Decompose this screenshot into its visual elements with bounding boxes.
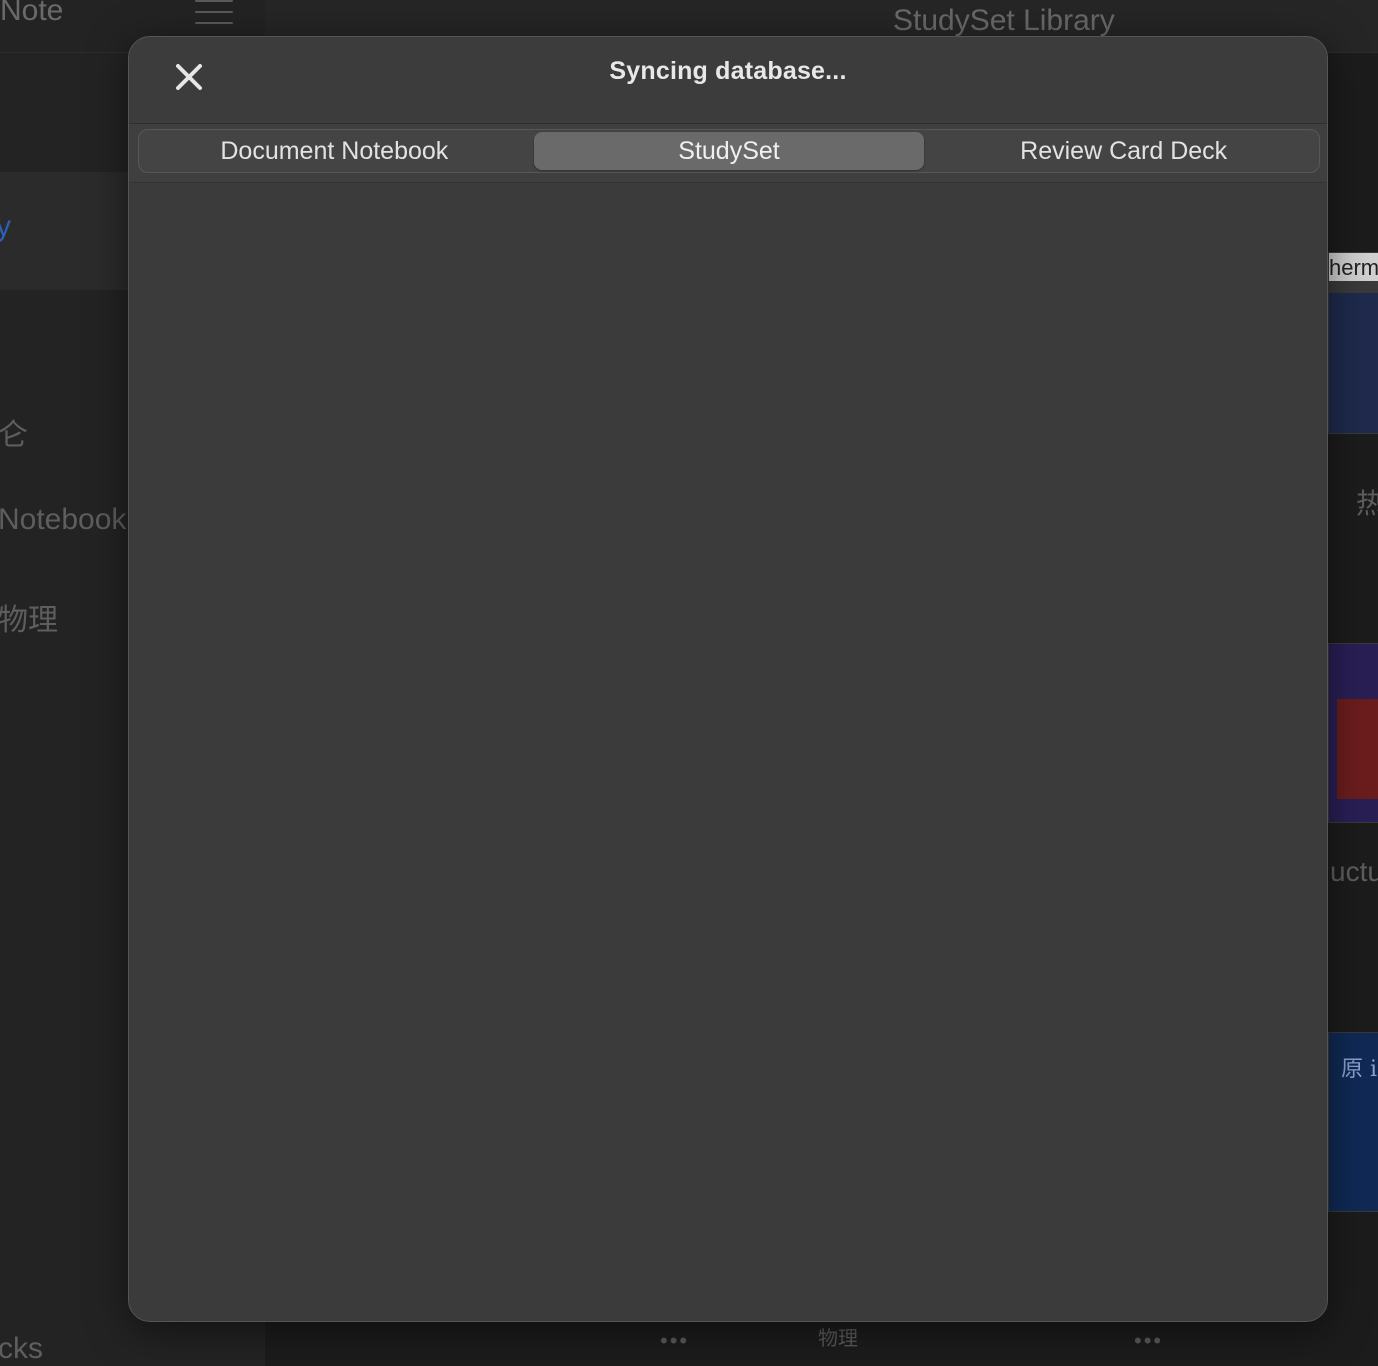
- library-title: StudySet Library: [893, 4, 1115, 37]
- more-icon[interactable]: •••: [660, 1328, 689, 1354]
- more-icon[interactable]: •••: [1134, 1328, 1163, 1354]
- studyset-cover[interactable]: [1328, 643, 1378, 823]
- dialog-header: Syncing database...: [129, 37, 1327, 124]
- cover-illustration: [1337, 699, 1378, 799]
- dialog-content: [129, 183, 1327, 1321]
- tab-bar: Document Notebook StudySet Review Card D…: [129, 124, 1327, 183]
- bottom-label: 物理: [818, 1328, 858, 1350]
- sidebar-item-theory[interactable]: 仑: [0, 410, 28, 454]
- app-title: Note: [0, 0, 64, 27]
- tab-studyset[interactable]: StudySet: [533, 132, 925, 170]
- dialog-title: Syncing database...: [609, 57, 847, 85]
- tab-document-notebook[interactable]: Document Notebook: [139, 130, 530, 172]
- sidebar-item-physics[interactable]: 物理: [0, 595, 58, 639]
- hamburger-menu-icon[interactable]: [195, 0, 233, 24]
- tab-review-card-deck[interactable]: Review Card Deck: [928, 130, 1319, 172]
- sidebar-item-notebook[interactable]: Notebook: [0, 503, 126, 537]
- sidebar-item-selected-label: y: [0, 210, 11, 243]
- studyset-title: uctu: [1330, 856, 1378, 887]
- segmented-control: Document Notebook StudySet Review Card D…: [138, 129, 1320, 173]
- sync-dialog: Syncing database... Document Notebook St…: [128, 36, 1328, 1322]
- cover-title: herma: [1329, 253, 1378, 281]
- studyset-cover[interactable]: herma: [1328, 252, 1378, 434]
- studyset-cover[interactable]: 原 i: [1328, 1032, 1378, 1212]
- cover-title: 原 i: [1341, 1057, 1378, 1082]
- studyset-title: 热: [1356, 488, 1378, 519]
- sidebar-item-decks[interactable]: cks: [0, 1332, 43, 1366]
